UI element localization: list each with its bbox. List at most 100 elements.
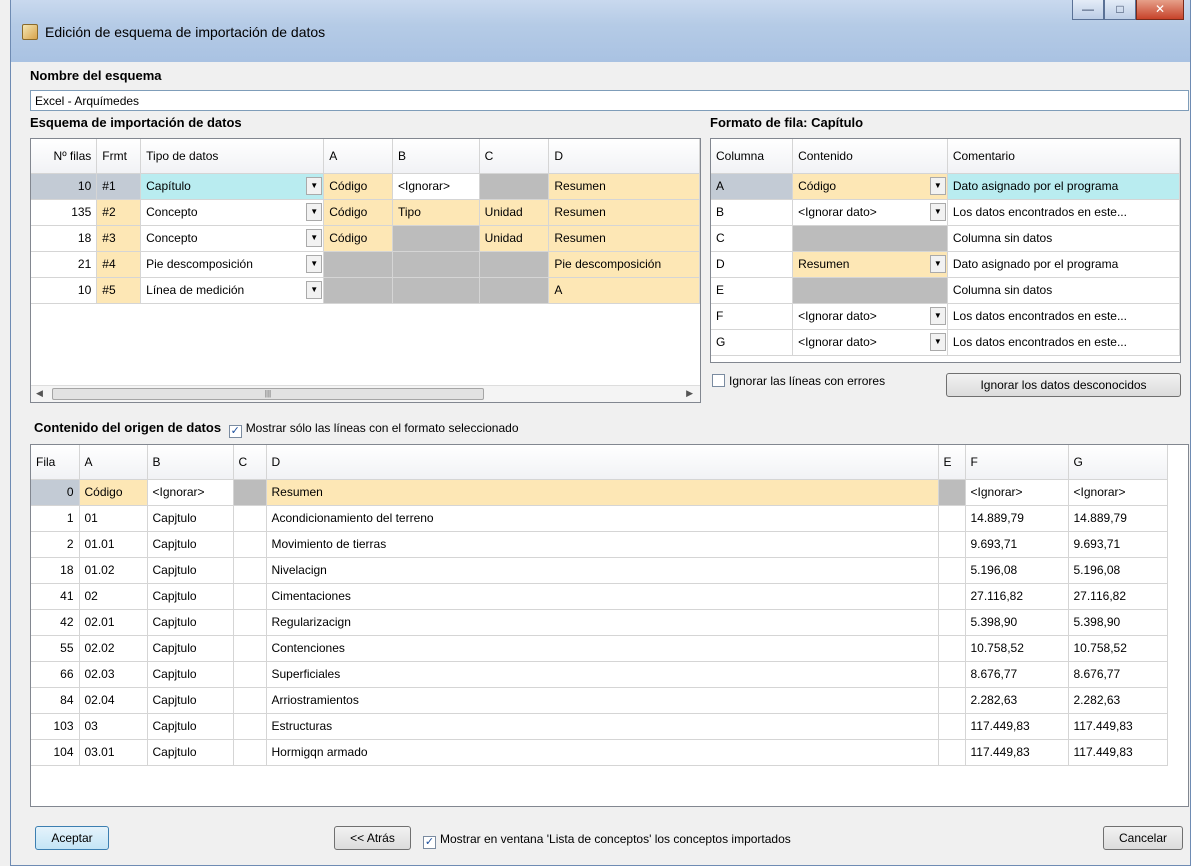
source-column-header[interactable]: C xyxy=(233,445,267,480)
format-content-select[interactable]: Resumen ▼ xyxy=(792,251,948,278)
dropdown-arrow-icon[interactable]: ▼ xyxy=(306,176,323,195)
accept-button[interactable]: Aceptar xyxy=(35,826,109,850)
schema-cell-b[interactable]: Tipo xyxy=(392,199,480,226)
schema-cell-b[interactable] xyxy=(392,251,480,278)
column-header[interactable]: Frmt xyxy=(96,139,142,174)
format-row[interactable]: E Columna sin datos xyxy=(711,277,1180,304)
source-column-header[interactable]: Fila xyxy=(31,445,80,480)
schema-cell-b[interactable]: <Ignorar> xyxy=(392,173,480,200)
source-column-header[interactable]: E xyxy=(938,445,966,480)
source-row[interactable]: 42 02.01 Capjtulo Regularizacign 5.398,90 5.3… xyxy=(31,609,1168,636)
minimize-icon[interactable]: — xyxy=(1072,0,1104,20)
data-type-select[interactable]: Pie descomposición ▼ xyxy=(140,251,325,278)
schema-cell-b[interactable] xyxy=(392,225,480,252)
format-content-select[interactable]: <Ignorar dato> ▼ xyxy=(792,199,948,226)
data-type-select[interactable]: Concepto ▼ xyxy=(140,225,325,252)
source-row[interactable]: 84 02.04 Capjtulo Arriostramientos 2.282,63 2… xyxy=(31,687,1168,714)
dropdown-arrow-icon[interactable]: ▼ xyxy=(929,332,946,351)
source-column-header[interactable]: B xyxy=(147,445,234,480)
column-header[interactable]: C xyxy=(479,139,550,174)
scroll-left-icon[interactable]: ◀ xyxy=(36,388,43,399)
schema-cell-a[interactable]: Código xyxy=(323,225,393,252)
source-row[interactable]: 104 03.01 Capjtulo Hormigqn armado 117.449,8… xyxy=(31,739,1168,766)
format-content-select[interactable] xyxy=(792,277,948,304)
source-column-header[interactable]: A xyxy=(79,445,148,480)
column-header[interactable]: Tipo de datos xyxy=(140,139,325,174)
ignore-errors-option[interactable]: Ignorar las líneas con errores xyxy=(712,374,885,388)
dropdown-arrow-icon[interactable]: ▼ xyxy=(306,254,323,273)
back-button[interactable]: << Atrás xyxy=(334,826,411,850)
schema-row[interactable]: 10 #1 Capítulo ▼ Código <Ignorar> Resumen xyxy=(31,173,700,200)
schema-row[interactable]: 18 #3 Concepto ▼ Código Unidad Resumen xyxy=(31,225,700,252)
column-header[interactable]: A xyxy=(323,139,393,174)
schema-row[interactable]: 10 #5 Línea de medición ▼ A xyxy=(31,277,700,304)
schema-cell-c[interactable]: Unidad xyxy=(479,199,550,226)
schema-cell-a[interactable]: Código xyxy=(323,199,393,226)
column-header[interactable]: Nº filas xyxy=(31,139,98,174)
schema-cell-c[interactable] xyxy=(479,173,550,200)
source-column-header[interactable]: G xyxy=(1068,445,1168,480)
dropdown-arrow-icon[interactable]: ▼ xyxy=(929,176,946,195)
show-concepts-checkbox[interactable]: ✓ xyxy=(423,836,436,849)
scroll-right-icon[interactable]: ▶ xyxy=(686,388,693,399)
schema-cell-d[interactable]: A xyxy=(548,277,700,304)
data-type-select[interactable]: Línea de medición ▼ xyxy=(140,277,325,304)
format-content-select[interactable]: <Ignorar dato> ▼ xyxy=(792,303,948,330)
format-row[interactable]: C Columna sin datos xyxy=(711,225,1180,252)
schema-cell-d[interactable]: Pie descomposición xyxy=(548,251,700,278)
column-header[interactable]: D xyxy=(548,139,700,174)
dropdown-arrow-icon[interactable]: ▼ xyxy=(306,228,323,247)
schema-cell-c[interactable]: Unidad xyxy=(479,225,550,252)
show-only-checkbox[interactable]: ✓ xyxy=(228,425,242,438)
schema-cell-c[interactable] xyxy=(479,277,550,304)
source-row[interactable]: 2 01.01 Capjtulo Movimiento de tierras 9.693… xyxy=(31,531,1168,558)
close-icon[interactable]: ✕ xyxy=(1136,0,1184,20)
source-column-header[interactable]: D xyxy=(266,445,939,480)
schema-cell-d[interactable]: Resumen xyxy=(548,173,700,200)
format-column-header[interactable]: Comentario xyxy=(947,139,1180,174)
schema-cell-c[interactable] xyxy=(479,251,550,278)
title-bar[interactable]: Edición de esquema de importación de dat… xyxy=(11,0,1190,62)
source-row[interactable]: 41 02 Capjtulo Cimentaciones 27.116,82 27.116… xyxy=(31,583,1168,610)
ignore-errors-checkbox[interactable] xyxy=(712,374,725,387)
scroll-thumb[interactable]: ||| xyxy=(52,388,484,400)
format-row[interactable]: F <Ignorar dato> ▼ Los datos encontrados en… xyxy=(711,303,1180,330)
maximize-icon[interactable]: □ xyxy=(1104,0,1136,20)
schema-cell-a[interactable] xyxy=(323,277,393,304)
dropdown-arrow-icon[interactable]: ▼ xyxy=(929,254,946,273)
source-row[interactable]: 18 01.02 Capjtulo Nivelacign 5.196,08 5.196,0… xyxy=(31,557,1168,584)
format-row[interactable]: G <Ignorar dato> ▼ Los datos encontrados en… xyxy=(711,329,1180,356)
dropdown-arrow-icon[interactable]: ▼ xyxy=(929,306,946,325)
schema-cell-d[interactable]: Resumen xyxy=(548,225,700,252)
cancel-button[interactable]: Cancelar xyxy=(1103,826,1183,850)
column-header[interactable]: B xyxy=(392,139,480,174)
schema-cell-b[interactable] xyxy=(392,277,480,304)
format-row[interactable]: D Resumen ▼ Dato asignado por el programa xyxy=(711,251,1180,278)
source-row[interactable]: 0 Código <Ignorar> Resumen <Ignorar> <Ignorar… xyxy=(31,479,1168,506)
data-type-select[interactable]: Capítulo ▼ xyxy=(140,173,325,200)
dropdown-arrow-icon[interactable]: ▼ xyxy=(929,202,946,221)
format-row[interactable]: B <Ignorar dato> ▼ Los datos encontrados en… xyxy=(711,199,1180,226)
format-content-select[interactable] xyxy=(792,225,948,252)
horizontal-scrollbar[interactable]: ◀ ||| ▶ xyxy=(31,385,700,402)
ignore-unknown-button[interactable]: Ignorar los datos desconocidos xyxy=(946,373,1181,397)
format-row[interactable]: A Código ▼ Dato asignado por el programa xyxy=(711,173,1180,200)
format-content-select[interactable]: Código ▼ xyxy=(792,173,948,200)
show-concepts-option[interactable]: ✓ Mostrar en ventana 'Lista de conceptos'… xyxy=(423,832,791,849)
schema-row[interactable]: 21 #4 Pie descomposición ▼ Pie descomposició… xyxy=(31,251,700,278)
data-type-select[interactable]: Concepto ▼ xyxy=(140,199,325,226)
source-row[interactable]: 55 02.02 Capjtulo Contenciones 10.758,52 10.7… xyxy=(31,635,1168,662)
schema-name-input[interactable] xyxy=(30,90,1189,111)
dropdown-arrow-icon[interactable]: ▼ xyxy=(306,280,323,299)
schema-cell-d[interactable]: Resumen xyxy=(548,199,700,226)
schema-row[interactable]: 135 #2 Concepto ▼ Código Tipo Unidad Resumen xyxy=(31,199,700,226)
format-content-select[interactable]: <Ignorar dato> ▼ xyxy=(792,329,948,356)
dropdown-arrow-icon[interactable]: ▼ xyxy=(306,202,323,221)
source-row[interactable]: 103 03 Capjtulo Estructuras 117.449,83 117.44… xyxy=(31,713,1168,740)
format-column-header[interactable]: Contenido xyxy=(792,139,948,174)
schema-cell-a[interactable]: Código xyxy=(323,173,393,200)
format-column-header[interactable]: Columna xyxy=(711,139,794,174)
schema-cell-a[interactable] xyxy=(323,251,393,278)
source-column-header[interactable]: F xyxy=(965,445,1069,480)
source-row[interactable]: 66 02.03 Capjtulo Superficiales 8.676,77 8.67… xyxy=(31,661,1168,688)
